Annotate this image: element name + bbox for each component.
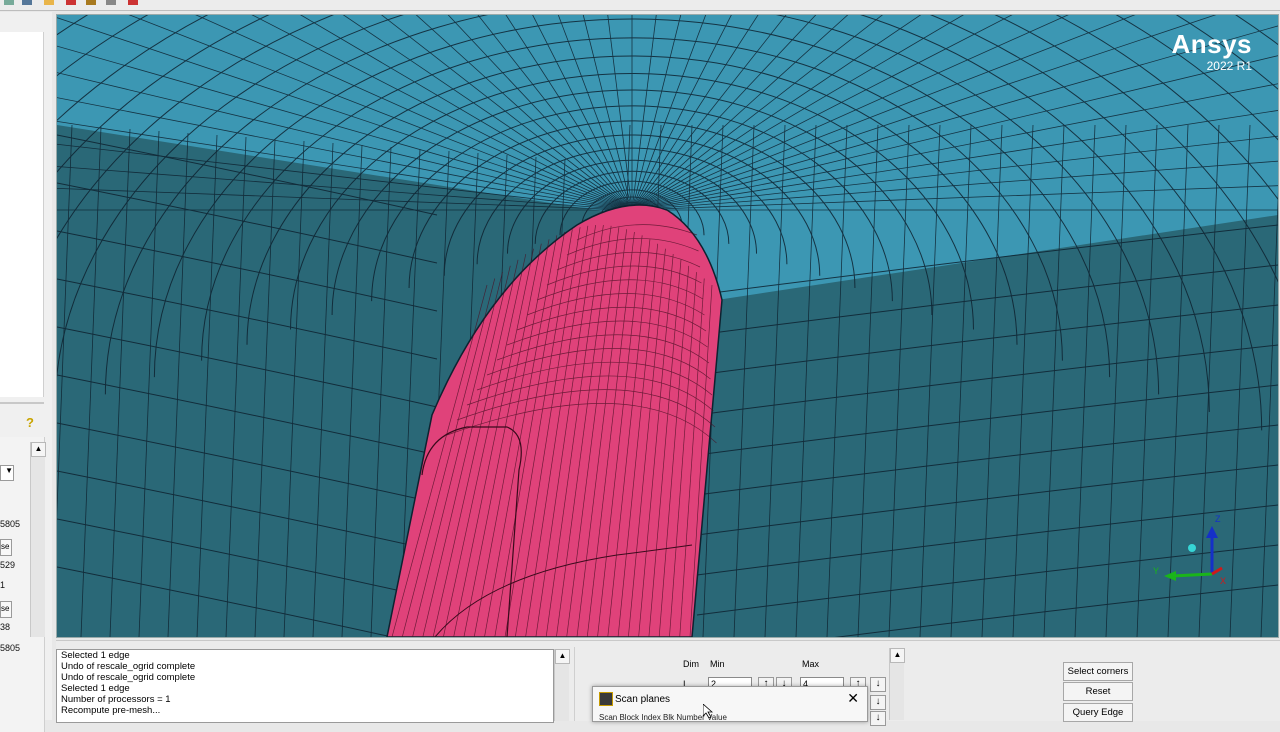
select-corners-button[interactable]: Select corners <box>1063 662 1133 681</box>
toolbar-icon[interactable] <box>44 0 54 5</box>
left-value: 5805 <box>0 643 21 653</box>
scroll-up-arrow[interactable]: ▲ <box>890 648 905 663</box>
col-dim-header: Dim <box>683 659 699 669</box>
left-browse-button[interactable]: se <box>0 539 12 556</box>
mesh-rendering <box>57 15 1278 637</box>
y-axis-arrow <box>1164 571 1176 581</box>
left-scrollbar[interactable]: ▲ <box>30 442 46 637</box>
query-edge-button[interactable]: Query Edge <box>1063 703 1133 722</box>
help-bulb-icon[interactable]: ? <box>26 415 40 430</box>
left-value: 38 <box>0 622 11 632</box>
y-label: Y <box>1153 566 1159 576</box>
spin-down[interactable]: ↓ <box>870 695 886 710</box>
left-value: 5805 <box>0 519 21 529</box>
x-label: X <box>1220 576 1226 586</box>
max-spin-down[interactable]: ↓ <box>870 677 886 692</box>
toolbar-icon[interactable] <box>66 0 76 5</box>
form-scrollbar[interactable]: ▲ <box>889 648 905 720</box>
console-scrollbar[interactable]: ▲ <box>554 649 570 721</box>
console-line: Recompute pre-mesh... <box>61 705 161 716</box>
dialog-title: Scan planes <box>615 694 671 705</box>
console-line: Selected 1 edge <box>61 650 130 661</box>
col-max-header: Max <box>802 659 820 669</box>
toolbar-icon[interactable] <box>86 0 96 5</box>
left-panel: ? ▼ ▲ 5805 se 529 1 se 38 5805 <box>0 12 52 732</box>
col-min-header: Min <box>710 659 725 669</box>
scroll-up-arrow[interactable]: ▲ <box>555 649 570 664</box>
triad-origin-marker <box>1188 544 1196 552</box>
scan-planes-dialog[interactable]: Scan planes ✕ Scan Block Index Blk Numbe… <box>592 686 868 722</box>
left-value: 1 <box>0 580 6 590</box>
y-axis <box>1171 572 1213 578</box>
toolbar-icon[interactable] <box>22 0 32 5</box>
console-line: Undo of rescale_ogrid complete <box>61 661 196 672</box>
message-console[interactable]: Selected 1 edge Undo of rescale_ogrid co… <box>56 649 554 723</box>
ansys-brand: Ansys 2022 R1 <box>1171 29 1252 73</box>
toolbar-icon[interactable] <box>128 0 138 5</box>
scan-planes-icon <box>599 692 613 706</box>
mouse-cursor-icon <box>703 704 713 718</box>
z-axis-arrow <box>1206 526 1218 538</box>
left-combo-box[interactable]: ▼ <box>0 465 14 481</box>
model-tree-area[interactable] <box>0 32 44 397</box>
toolbar-icon[interactable] <box>4 0 14 5</box>
left-browse-button[interactable]: se <box>0 601 12 618</box>
panel-divider <box>0 402 44 404</box>
graphics-viewport[interactable]: Ansys 2022 R1 <box>56 14 1279 638</box>
z-label: Z <box>1215 514 1221 524</box>
console-line: Selected 1 edge <box>61 683 130 694</box>
reset-button[interactable]: Reset <box>1063 682 1133 701</box>
toolbar-icon[interactable] <box>106 0 116 5</box>
console-line: Number of processors = 1 <box>61 694 171 705</box>
close-icon[interactable]: ✕ <box>847 690 859 707</box>
brand-name: Ansys <box>1171 29 1252 59</box>
scroll-up-arrow[interactable]: ▲ <box>31 442 46 457</box>
brand-version: 2022 R1 <box>1206 59 1252 73</box>
top-toolbar <box>0 0 1280 11</box>
spin-down[interactable]: ↓ <box>870 711 886 726</box>
axis-triad: Z Y X <box>1153 514 1226 586</box>
left-value: 529 <box>0 560 16 570</box>
console-line: Undo of rescale_ogrid complete <box>61 672 196 683</box>
